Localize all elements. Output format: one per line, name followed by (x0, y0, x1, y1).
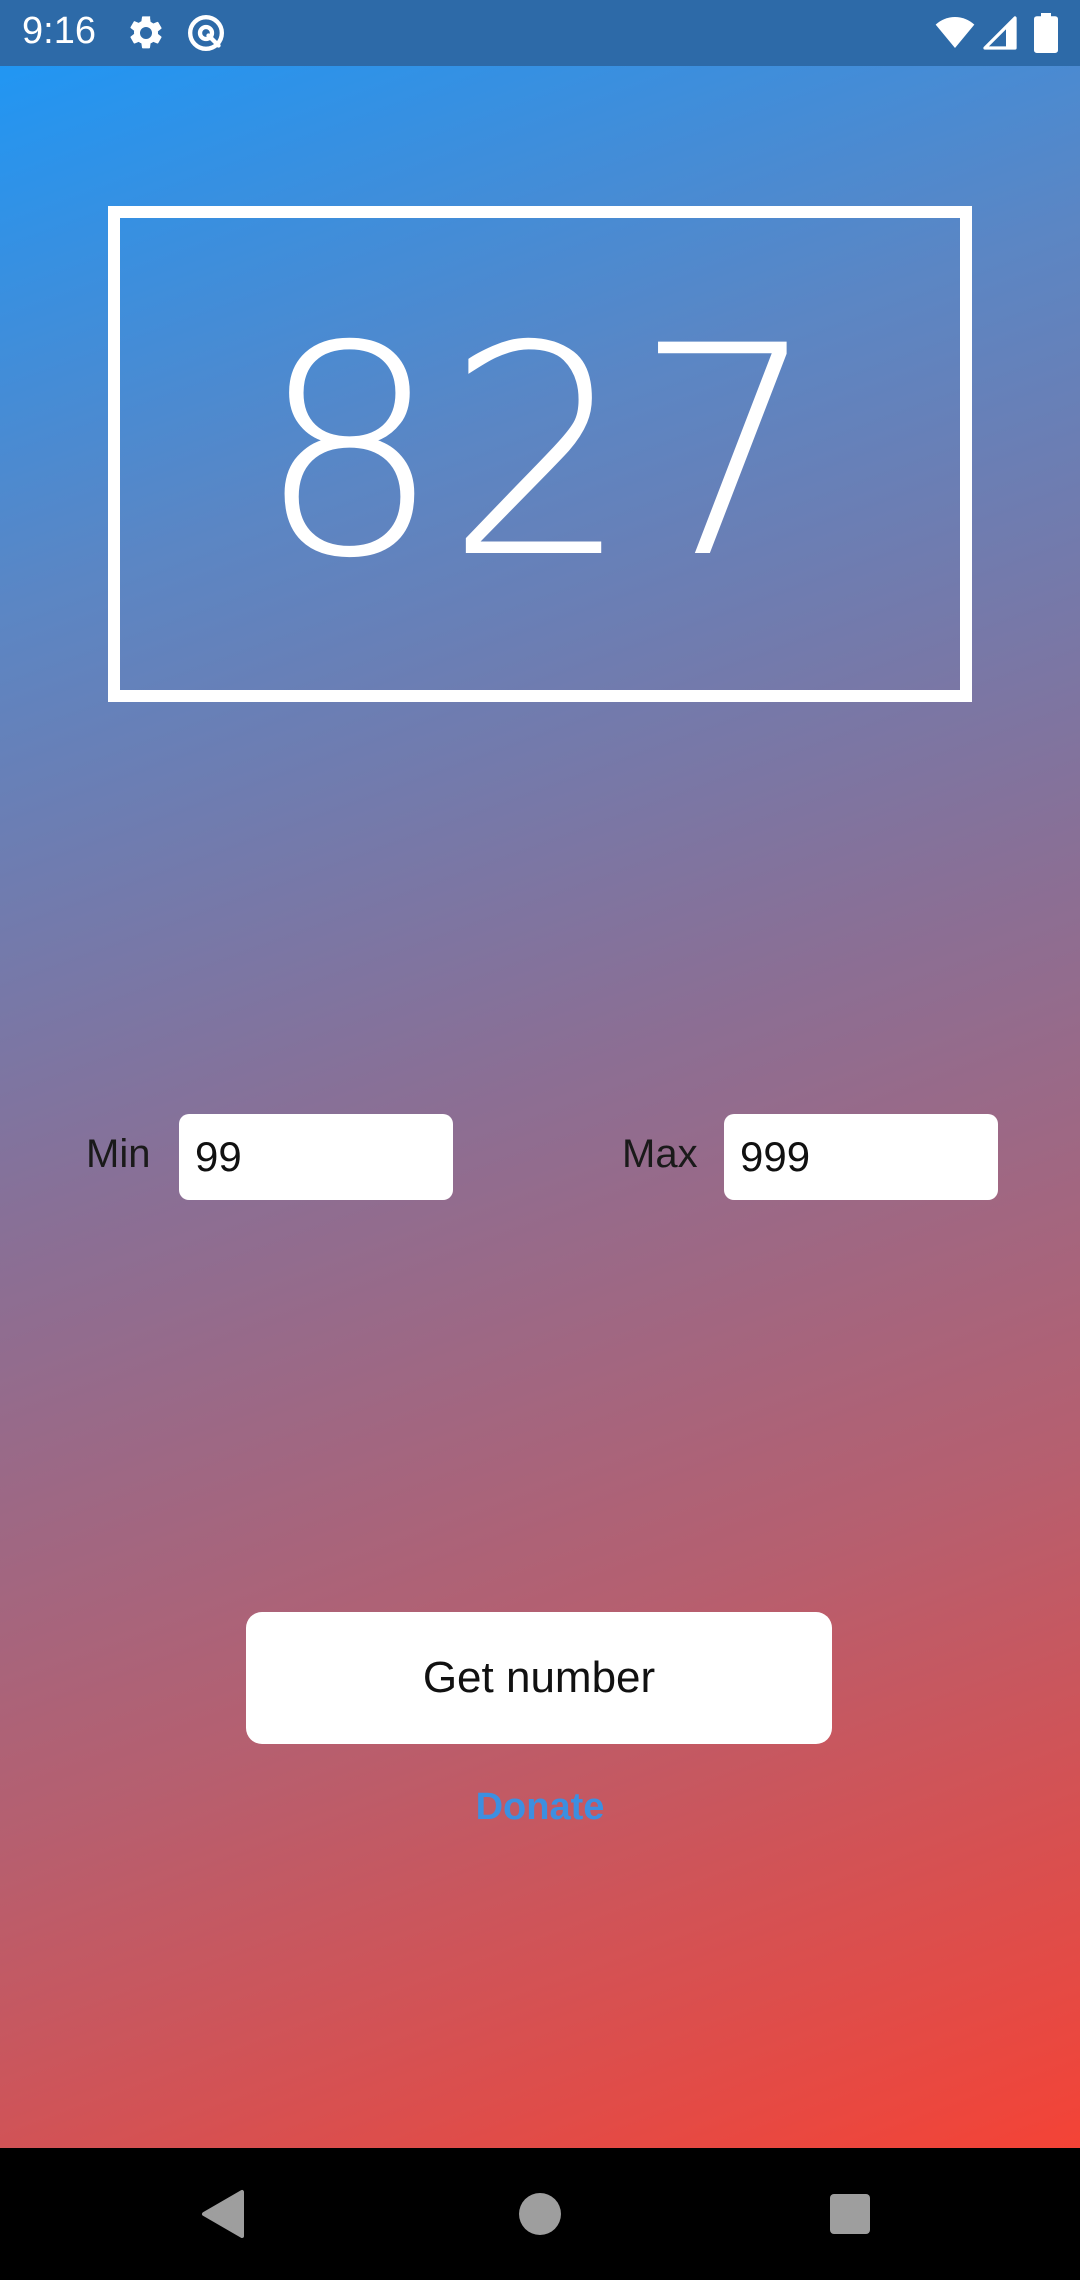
result-number: 827 (257, 285, 823, 622)
get-number-button[interactable]: Get number (246, 1612, 832, 1744)
navigation-bar (0, 2148, 1080, 2280)
max-input[interactable] (724, 1114, 998, 1200)
at-sign-icon (186, 13, 226, 53)
max-label: Max (622, 1132, 698, 1176)
gear-icon (126, 13, 166, 53)
status-bar: 9:16 (0, 0, 1080, 66)
min-label: Min (86, 1132, 151, 1176)
back-icon[interactable] (196, 2184, 256, 2244)
recents-icon[interactable] (820, 2184, 880, 2244)
donate-link[interactable]: Donate (0, 1786, 1080, 1829)
number-display-area: 827 (122, 220, 958, 688)
status-time: 9:16 (22, 10, 96, 52)
wifi-icon (934, 13, 976, 53)
signal-icon (982, 13, 1018, 53)
battery-icon (1034, 13, 1058, 53)
min-input[interactable] (179, 1114, 453, 1200)
home-icon[interactable] (510, 2184, 570, 2244)
